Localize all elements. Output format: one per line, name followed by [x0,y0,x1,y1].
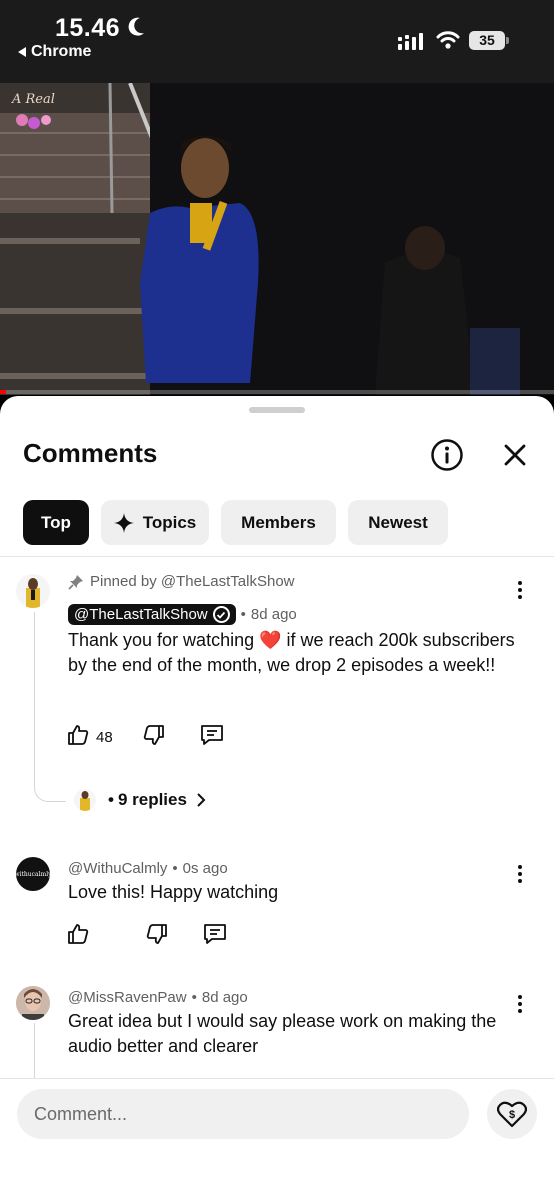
reply-icon [202,922,228,951]
author-name: @TheLastTalkShow [74,606,208,623]
comment-item: withucalmly @WithuCalmly • 0s ago Love t… [0,852,554,962]
comment-item: @MissRavenPaw • 8d ago Great idea but I … [0,983,554,1083]
pinned-label: Pinned by @TheLastTalkShow [68,573,295,590]
status-bar: 15.46 Chrome 35 [0,0,554,83]
thumbs-up-icon [66,922,90,951]
comment-composer: $ [0,1078,554,1200]
verified-check-icon [212,606,230,623]
close-button[interactable] [500,440,530,470]
comment-time: 0s ago [182,860,228,877]
drag-handle[interactable] [249,407,305,413]
avatar[interactable] [16,986,50,1020]
comment-meta: @TheLastTalkShow • 8d ago [68,604,297,625]
dot [518,865,522,869]
chip-top-label: Top [41,512,71,532]
author-badge[interactable]: @TheLastTalkShow [68,604,236,625]
dot [518,581,522,585]
dot [518,1009,522,1013]
comment-text: Thank you for watching ❤️ if we reach 20… [68,630,515,675]
view-replies-button[interactable]: • 9 replies [74,789,206,811]
wifi-icon [436,30,460,55]
dislike-button[interactable] [145,922,169,951]
close-icon [504,444,526,466]
author-name[interactable]: @WithuCalmly [68,860,167,877]
comment-item: Pinned by @TheLastTalkShow @TheLastTalkS… [0,568,554,828]
comment-more-button[interactable] [510,992,530,1016]
replies-count: 9 replies [117,790,187,809]
comment-text: Great idea but I would say please work o… [68,1011,497,1056]
pinned-text: Pinned by @TheLastTalkShow [90,573,295,590]
sheet-title: Comments [23,438,158,468]
chip-newest-label: Newest [368,512,428,532]
like-count: 48 [96,729,113,746]
chevron-right-icon [196,792,206,808]
chip-members[interactable]: Members [221,500,336,545]
comments-sheet: Comments Top Topics Members Newest Pinne… [0,396,554,1200]
replies-bullet: • [108,790,114,809]
back-app-label: Chrome [31,43,92,60]
super-thanks-icon: $ [497,1101,527,1128]
thumbs-down-icon [145,922,169,951]
battery-tip [506,37,509,44]
chip-newest[interactable]: Newest [348,500,448,545]
info-icon [431,439,463,471]
chip-topics[interactable]: Topics [101,500,209,545]
dot [518,1002,522,1006]
super-thanks-button[interactable]: $ [487,1089,537,1139]
video-player[interactable]: A Real [0,83,554,395]
thumbs-up-icon [66,723,90,752]
dot [518,879,522,883]
comment-more-button[interactable] [510,862,530,886]
dislike-button[interactable] [142,723,166,752]
battery-indicator: 35 [469,31,505,50]
avatar-logo-text: withucalmly [16,870,50,878]
back-to-app-link[interactable]: Chrome [18,43,91,61]
video-frame: A Real [0,83,554,395]
meta-separator: • [240,606,246,623]
comment-input[interactable] [17,1089,469,1139]
thread-line [34,1023,66,1083]
like-button[interactable] [66,922,90,951]
chip-top[interactable]: Top [23,500,89,545]
video-progress-fill [0,390,6,394]
author-name[interactable]: @MissRavenPaw [68,989,187,1006]
comment-time: 8d ago [201,989,248,1006]
avatar[interactable] [16,574,50,608]
reply-button[interactable] [199,723,225,752]
sort-chips: Top Topics Members Newest [23,500,448,545]
avatar[interactable]: withucalmly [16,857,50,891]
comment-more-button[interactable] [510,578,530,602]
comment-text: Love this! Happy watching [68,882,279,902]
pin-icon [68,574,84,590]
video-watermark: A Real [11,92,55,107]
meta-separator: • [191,989,197,1006]
info-button[interactable] [429,437,465,473]
video-progress-bar[interactable] [0,390,554,394]
chip-members-label: Members [241,512,316,532]
chip-topics-label: Topics [142,512,197,532]
reply-avatar [74,789,96,811]
comment-meta: @WithuCalmly • 0s ago [68,860,228,877]
dot [518,595,522,599]
moon-icon [126,16,146,43]
comment-meta: @MissRavenPaw • 8d ago [68,989,248,1006]
comment-time: 8d ago [250,606,297,623]
thumbs-down-icon [142,723,166,752]
reply-icon [199,723,225,752]
clock: 15.46 [55,14,121,42]
dot [518,872,522,876]
comment-actions [66,922,228,951]
like-button[interactable]: 48 [66,723,113,752]
svg-text:$: $ [509,1109,515,1121]
back-caret-icon [18,47,26,57]
reply-button[interactable] [202,922,228,951]
divider [0,556,554,557]
cellular-signal-icon [398,33,426,56]
dot [518,588,522,592]
thread-line [34,612,66,802]
sparkle-icon [113,512,134,533]
dot [518,995,522,999]
comment-actions: 48 [66,723,225,752]
meta-separator: • [172,860,178,877]
